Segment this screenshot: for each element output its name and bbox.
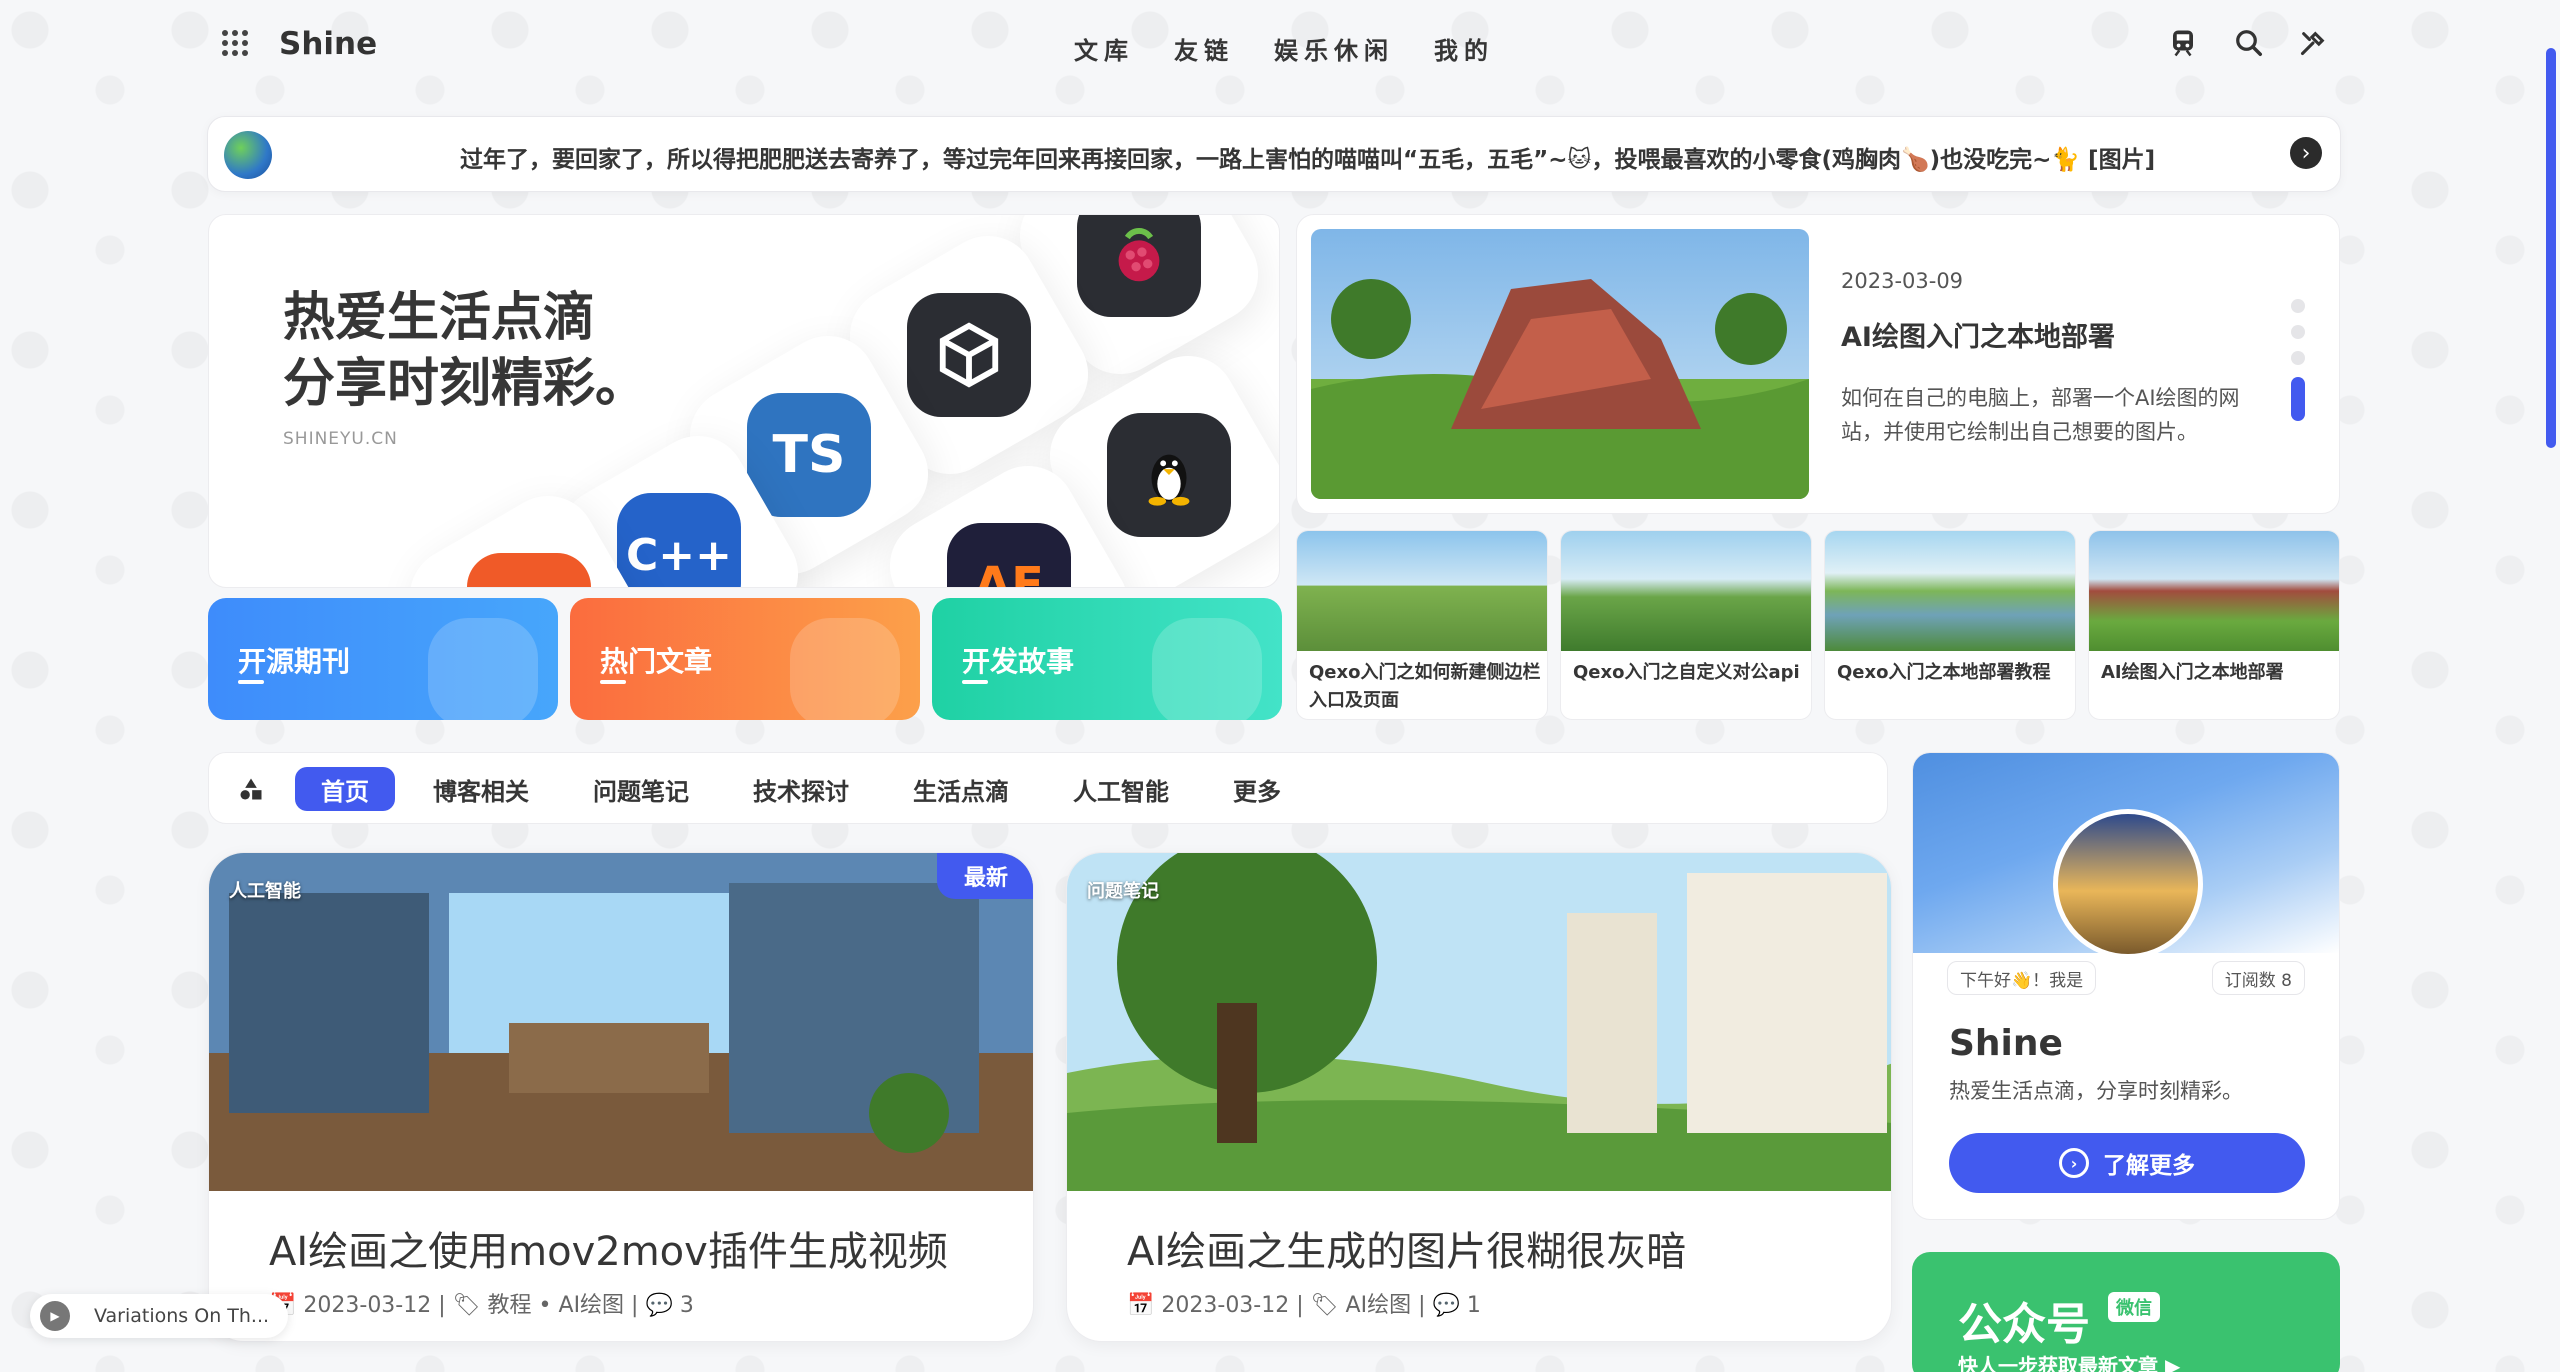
nav-item-entertainment[interactable]: 娱乐休闲 [1274, 31, 1394, 66]
subscribers-chip: 订阅数 8 [2211, 961, 2305, 995]
mini-post-image [1297, 531, 1547, 651]
nav-item-library[interactable]: 文库 [1074, 31, 1134, 66]
music-track-title: Variations On Th... [94, 1305, 270, 1327]
slider-dots [2291, 299, 2305, 421]
music-player[interactable]: ▶ Variations On Th... [30, 1294, 288, 1338]
post-meta: 📅 2023-03-12 | 🏷 教程 • AI绘图 | 💬 3 [269, 1293, 694, 1318]
hero-title: 热爱生活点滴 分享时刻精彩。 [283, 285, 647, 417]
tabs: 首页 博客相关 问题笔记 技术探讨 生活点滴 人工智能 更多 [295, 767, 1307, 811]
mini-post-card[interactable]: Qexo入门之如何新建侧边栏入口及页面 [1296, 530, 1548, 720]
learn-more-button[interactable]: › 了解更多 [1949, 1133, 2305, 1193]
hero-title-line1: 热爱生活点滴 [283, 288, 596, 348]
featured-post-description: 如何在自己的电脑上，部署一个AI绘图的网站，并使用它绘制出自己想要的图片。 [1841, 386, 2240, 444]
mini-post-title: Qexo入门之如何新建侧边栏入口及页面 [1309, 662, 1541, 711]
nav-item-friends[interactable]: 友链 [1174, 31, 1234, 66]
slider-dot[interactable] [2291, 325, 2305, 339]
site-header: Shine 文库 友链 娱乐休闲 我的 [0, 0, 2560, 90]
tab-more[interactable]: 更多 [1207, 767, 1307, 811]
avatar[interactable] [2053, 809, 2203, 959]
announcement-text: 过年了，要回家了，所以得把肥肥送去寄养了，等过完年回来再接回家，一路上害怕的喵喵… [460, 147, 2156, 173]
play-icon[interactable]: ▶ [40, 1301, 70, 1331]
post-meta: 📅 2023-03-12 | 🏷 AI绘图 | 💬 1 [1127, 1293, 1481, 1318]
slider-dot-active[interactable] [2291, 377, 2305, 421]
menu-grid-icon[interactable] [222, 30, 248, 56]
category-label: 开发故事 [962, 645, 1075, 678]
category-dev-stories[interactable]: 开发故事 [932, 598, 1282, 720]
shapes-icon[interactable] [237, 775, 265, 810]
tab-life[interactable]: 生活点滴 [887, 767, 1035, 811]
tab-ai[interactable]: 人工智能 [1047, 767, 1195, 811]
search-icon[interactable] [2232, 26, 2266, 60]
category-hot-posts[interactable]: 热门文章 [570, 598, 920, 720]
document-icon [1152, 618, 1262, 720]
tab-blog[interactable]: 博客相关 [407, 767, 555, 811]
category-label: 开源期刊 [238, 645, 351, 678]
mini-post-card[interactable]: Qexo入门之本地部署教程 [1824, 530, 2076, 720]
featured-post-slider[interactable]: 2023-03-09 AI绘图入门之本地部署 如何在自己的电脑上，部署一个AI绘… [1296, 214, 2340, 514]
wechat-official-account-card[interactable]: 公众号 微信 快人一步获取最新文章 ▶ [1912, 1252, 2340, 1372]
slider-dot[interactable] [2291, 299, 2305, 313]
chevron-right-icon: › [2059, 1148, 2089, 1178]
mini-post-image [1561, 531, 1811, 651]
category-tabs-bar: 首页 博客相关 问题笔记 技术探讨 生活点滴 人工智能 更多 [208, 752, 1888, 824]
tab-notes[interactable]: 问题笔记 [567, 767, 715, 811]
tools-icon[interactable] [2296, 26, 2330, 60]
slider-dot[interactable] [2291, 351, 2305, 365]
author-motto: 热爱生活点滴，分享时刻精彩。 [1949, 1079, 2243, 1103]
featured-post-date: 2023-03-09 [1841, 269, 1964, 293]
greeting-chip: 下午好👋！我是 [1947, 961, 2097, 995]
wechat-title: 公众号 [1958, 1299, 2090, 1350]
post-category[interactable]: 问题笔记 [1087, 877, 1159, 903]
tab-home[interactable]: 首页 [295, 767, 395, 811]
author-profile-card: 下午好👋！我是 订阅数 8 Shine 热爱生活点滴，分享时刻精彩。 › 了解更… [1912, 752, 2340, 1220]
mini-post-title: Qexo入门之自定义对公api [1573, 662, 1800, 683]
tab-tech[interactable]: 技术探讨 [727, 767, 875, 811]
hero-banner: 热爱生活点滴 分享时刻精彩。 SHINEYU.CN TS C++ AE [208, 214, 1280, 588]
post-title[interactable]: AI绘画之使用mov2mov插件生成视频 [269, 1219, 948, 1277]
category-label: 热门文章 [600, 645, 713, 678]
mini-post-card[interactable]: Qexo入门之自定义对公api [1560, 530, 1812, 720]
mini-post-image [1825, 531, 2075, 651]
mini-post-title: AI绘图入门之本地部署 [2101, 662, 2284, 683]
post-cover-image: 人工智能 最新 [209, 853, 1033, 1191]
announcement-bar[interactable]: 过年了，要回家了，所以得把肥肥送去寄养了，等过完年回来再接回家，一路上害怕的喵喵… [207, 116, 2341, 192]
arrow-right-icon[interactable]: › [2290, 137, 2322, 169]
hero-subtitle: SHINEYU.CN [283, 429, 398, 449]
post-category[interactable]: 人工智能 [229, 877, 301, 903]
typescript-icon: TS [747, 393, 871, 517]
post-cover-image: 问题笔记 [1067, 853, 1891, 1191]
site-logo[interactable]: Shine [279, 26, 377, 62]
flame-icon [790, 618, 900, 720]
page-scrollbar[interactable] [2546, 48, 2556, 448]
wechat-tag: 微信 [2108, 1292, 2160, 1322]
cpp-icon: C++ [617, 493, 741, 587]
dove-icon [428, 618, 538, 720]
after-effects-icon: AE [947, 523, 1071, 587]
mini-post-card[interactable]: AI绘图入门之本地部署 [2088, 530, 2340, 720]
category-open-source[interactable]: 开源期刊 [208, 598, 558, 720]
nav-item-mine[interactable]: 我的 [1434, 31, 1494, 66]
raspberry-pi-icon [1077, 215, 1201, 317]
linux-tux-icon [1107, 413, 1231, 537]
post-title[interactable]: AI绘画之生成的图片很糊很灰暗 [1127, 1219, 1686, 1277]
train-icon[interactable] [2166, 26, 2200, 60]
author-name: Shine [1949, 1023, 2063, 1064]
mini-post-title: Qexo入门之本地部署教程 [1837, 662, 2051, 683]
orange-app-icon [467, 553, 591, 587]
unity-icon [907, 293, 1031, 417]
mini-post-image [2089, 531, 2339, 651]
new-badge: 最新 [937, 853, 1033, 899]
post-card[interactable]: 人工智能 最新 AI绘画之使用mov2mov插件生成视频 📅 2023-03-1… [208, 852, 1034, 1342]
featured-post-title[interactable]: AI绘图入门之本地部署 [1841, 315, 2115, 354]
featured-post-image[interactable] [1311, 229, 1809, 499]
learn-more-label: 了解更多 [2103, 1153, 2195, 1179]
hero-title-line2: 分享时刻精彩。 [283, 354, 648, 414]
post-card[interactable]: 问题笔记 AI绘画之生成的图片很糊很灰暗 📅 2023-03-12 | 🏷 AI… [1066, 852, 1892, 1342]
globe-icon [224, 131, 272, 179]
wechat-subtitle: 快人一步获取最新文章 ▶ [1958, 1354, 2181, 1372]
main-nav: 文库 友链 娱乐休闲 我的 [1074, 31, 1494, 66]
